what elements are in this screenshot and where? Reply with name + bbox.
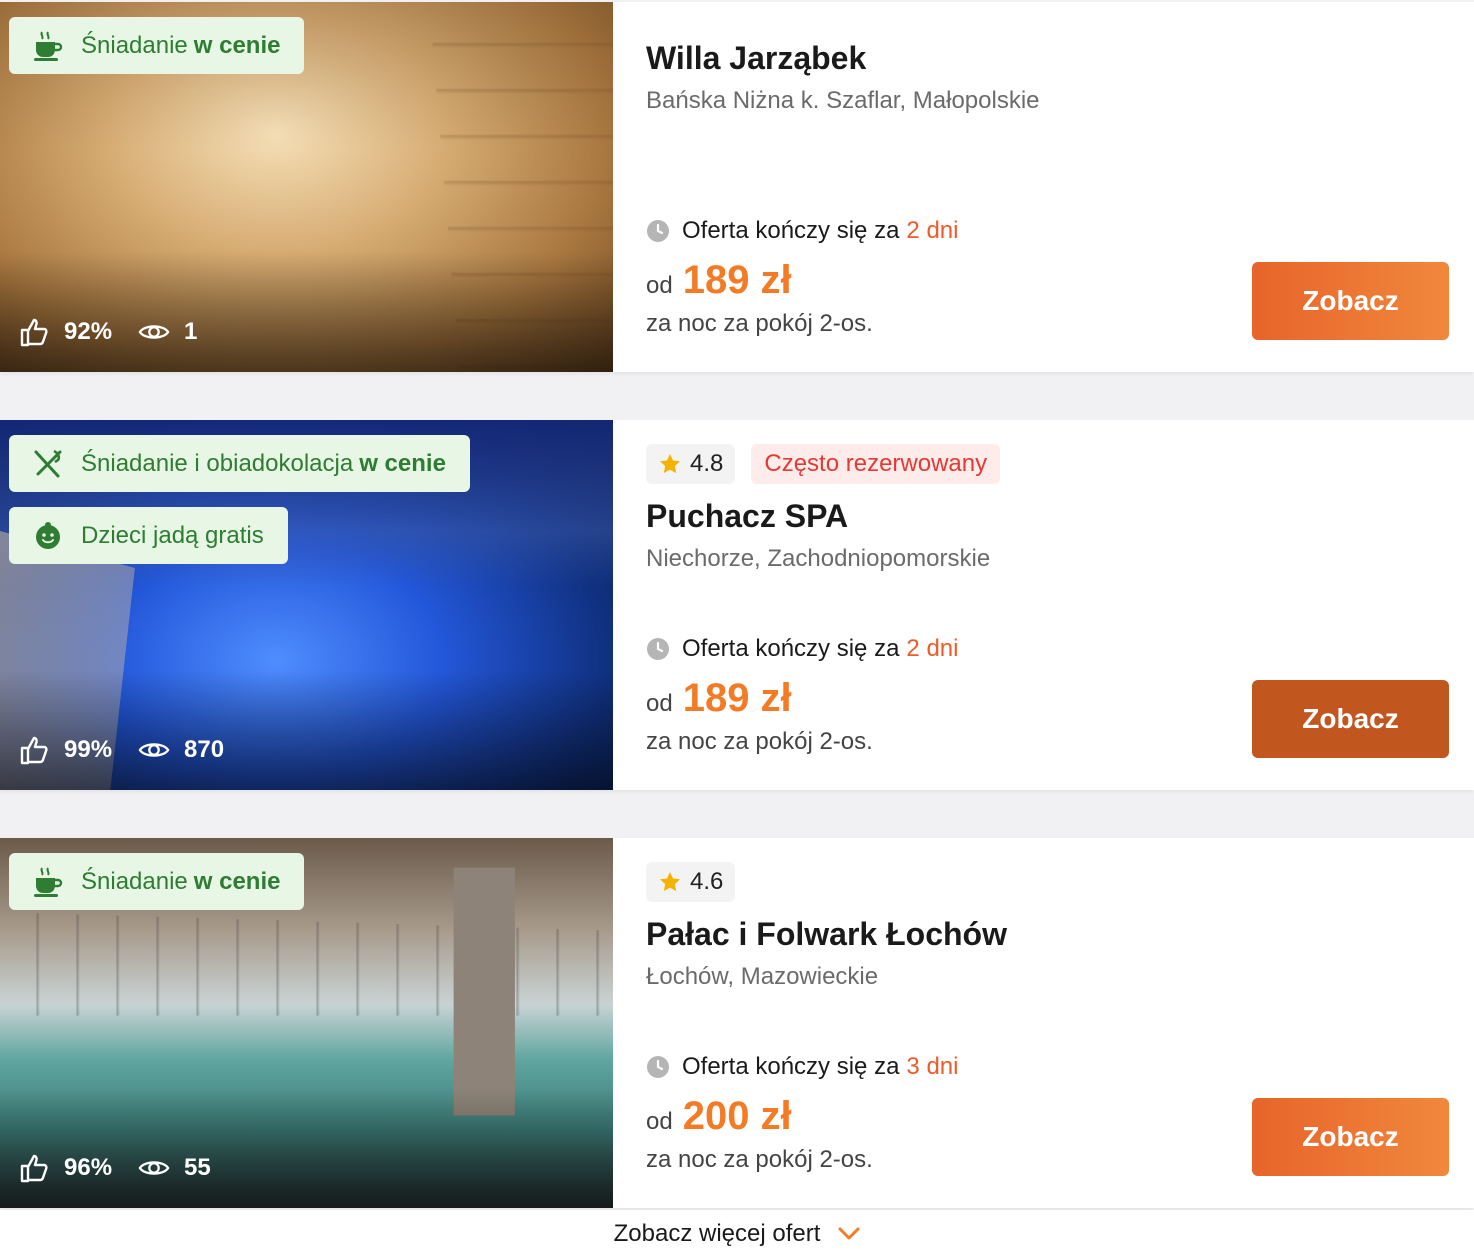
badge-text: Śniadanie i obiadokolacja bbox=[81, 449, 354, 477]
badge-bold: w cenie bbox=[193, 31, 281, 59]
photo-stats: 92% 1 bbox=[18, 316, 197, 348]
see-more-label: Zobacz więcej ofert bbox=[613, 1220, 821, 1247]
offer-info: 4.8 Często rezerwowany Puchacz SPA Niech… bbox=[613, 420, 1474, 790]
price-per: za noc za pokój 2-os. bbox=[646, 728, 873, 755]
views-count: 870 bbox=[184, 736, 225, 763]
price-from: od bbox=[646, 1108, 673, 1135]
eye-icon bbox=[138, 316, 170, 348]
likes-percent: 92% bbox=[64, 318, 113, 345]
thumbs-up-icon bbox=[18, 1152, 50, 1184]
meal-badge: Śniadanie w cenie bbox=[9, 853, 305, 910]
star-icon bbox=[658, 452, 682, 476]
kids-badge: Dzieci jadą gratis bbox=[9, 507, 288, 564]
badge-bold: w cenie bbox=[193, 867, 281, 895]
deadline-text: Oferta kończy się za bbox=[682, 1053, 900, 1080]
likes-percent: 96% bbox=[64, 1154, 113, 1181]
views-count: 1 bbox=[184, 318, 198, 345]
meal-badge: Śniadanie i obiadokolacja w cenie bbox=[9, 435, 470, 492]
offer-location: Łochów, Mazowieckie bbox=[646, 963, 879, 990]
deadline-text: Oferta kończy się za bbox=[682, 635, 900, 662]
deadline-days: 3 dni bbox=[906, 1053, 959, 1080]
star-icon bbox=[658, 870, 682, 894]
rating-badge: 4.6 bbox=[646, 862, 736, 902]
rating-badge: 4.8 bbox=[646, 444, 736, 484]
clock-icon bbox=[646, 637, 670, 661]
thumbs-up-icon bbox=[18, 316, 50, 348]
offer-deadline: Oferta kończy się za 2 dni bbox=[646, 217, 958, 245]
offer-photo[interactable]: Śniadanie i obiadokolacja w cenie Dzieci… bbox=[0, 420, 613, 790]
badge-text: Śniadanie bbox=[81, 31, 188, 59]
offer-title[interactable]: Willa Jarząbek bbox=[646, 40, 866, 77]
offer-photo[interactable]: Śniadanie w cenie 92% 1 bbox=[0, 2, 613, 372]
offer-card[interactable]: Śniadanie w cenie 96% 55 4.6 Pałac i Fol… bbox=[0, 838, 1474, 1208]
thumbs-up-icon bbox=[18, 734, 50, 766]
price-per: za noc za pokój 2-os. bbox=[646, 310, 873, 337]
deadline-text: Oferta kończy się za bbox=[682, 217, 900, 244]
photo-shade bbox=[0, 670, 613, 790]
offer-card[interactable]: Śniadanie i obiadokolacja w cenie Dzieci… bbox=[0, 420, 1474, 790]
photo-shade bbox=[0, 1088, 613, 1208]
price-amount: 189 zł bbox=[682, 258, 792, 302]
offer-title[interactable]: Pałac i Folwark Łochów bbox=[646, 916, 1007, 953]
see-offer-button[interactable]: Zobacz bbox=[1252, 262, 1449, 340]
chevron-down-icon bbox=[838, 1227, 860, 1241]
eye-icon bbox=[138, 734, 170, 766]
offer-card[interactable]: Śniadanie w cenie 92% 1 Willa Jarząbek B… bbox=[0, 2, 1474, 372]
offer-location: Bańska Niżna k. Szaflar, Małopolskie bbox=[646, 87, 1040, 114]
price-from: od bbox=[646, 690, 673, 717]
price: od 189 zł bbox=[646, 676, 792, 721]
deadline-days: 2 dni bbox=[906, 635, 959, 662]
meal-badge: Śniadanie w cenie bbox=[9, 17, 305, 74]
offer-title[interactable]: Puchacz SPA bbox=[646, 498, 848, 535]
popular-tag: Często rezerwowany bbox=[751, 444, 1001, 484]
photo-stats: 99% 870 bbox=[18, 734, 224, 766]
price-per: za noc za pokój 2-os. bbox=[646, 1146, 873, 1173]
badge-bold: w cenie bbox=[359, 449, 446, 477]
price: od 189 zł bbox=[646, 258, 792, 303]
clock-icon bbox=[646, 1055, 670, 1079]
offer-location: Niechorze, Zachodniopomorskie bbox=[646, 545, 991, 572]
coffee-cup-icon bbox=[31, 29, 65, 63]
rating-row: 4.8 Często rezerwowany bbox=[646, 444, 1001, 484]
price-from: od bbox=[646, 272, 673, 299]
offer-deadline: Oferta kończy się za 2 dni bbox=[646, 635, 958, 663]
fork-knife-icon bbox=[31, 447, 65, 481]
offer-deadline: Oferta kończy się za 3 dni bbox=[646, 1053, 958, 1081]
photo-stats: 96% 55 bbox=[18, 1152, 211, 1184]
price: od 200 zł bbox=[646, 1094, 792, 1139]
rating-value: 4.8 bbox=[690, 450, 724, 477]
offer-photo[interactable]: Śniadanie w cenie 96% 55 bbox=[0, 838, 613, 1208]
deadline-days: 2 dni bbox=[906, 217, 959, 244]
offer-info: 4.6 Pałac i Folwark Łochów Łochów, Mazow… bbox=[613, 838, 1474, 1208]
rating-row: 4.6 bbox=[646, 862, 736, 902]
badge-text: Dzieci jadą gratis bbox=[81, 521, 264, 549]
views-count: 55 bbox=[184, 1154, 211, 1181]
offer-info: Willa Jarząbek Bańska Niżna k. Szaflar, … bbox=[613, 2, 1474, 372]
see-offer-button[interactable]: Zobacz bbox=[1252, 1098, 1449, 1176]
eye-icon bbox=[138, 1152, 170, 1184]
clock-icon bbox=[646, 219, 670, 243]
coffee-cup-icon bbox=[31, 865, 65, 899]
photo-shade bbox=[0, 252, 613, 372]
offer-list: Śniadanie w cenie 92% 1 Willa Jarząbek B… bbox=[0, 0, 1474, 1258]
likes-percent: 99% bbox=[64, 736, 113, 763]
child-face-icon bbox=[31, 519, 65, 553]
see-more-offers-link[interactable]: Zobacz więcej ofert bbox=[0, 1210, 1474, 1258]
badge-text: Śniadanie bbox=[81, 867, 188, 895]
rating-value: 4.6 bbox=[690, 868, 724, 895]
see-offer-button[interactable]: Zobacz bbox=[1252, 680, 1449, 758]
price-amount: 189 zł bbox=[682, 676, 792, 720]
price-amount: 200 zł bbox=[682, 1094, 792, 1138]
